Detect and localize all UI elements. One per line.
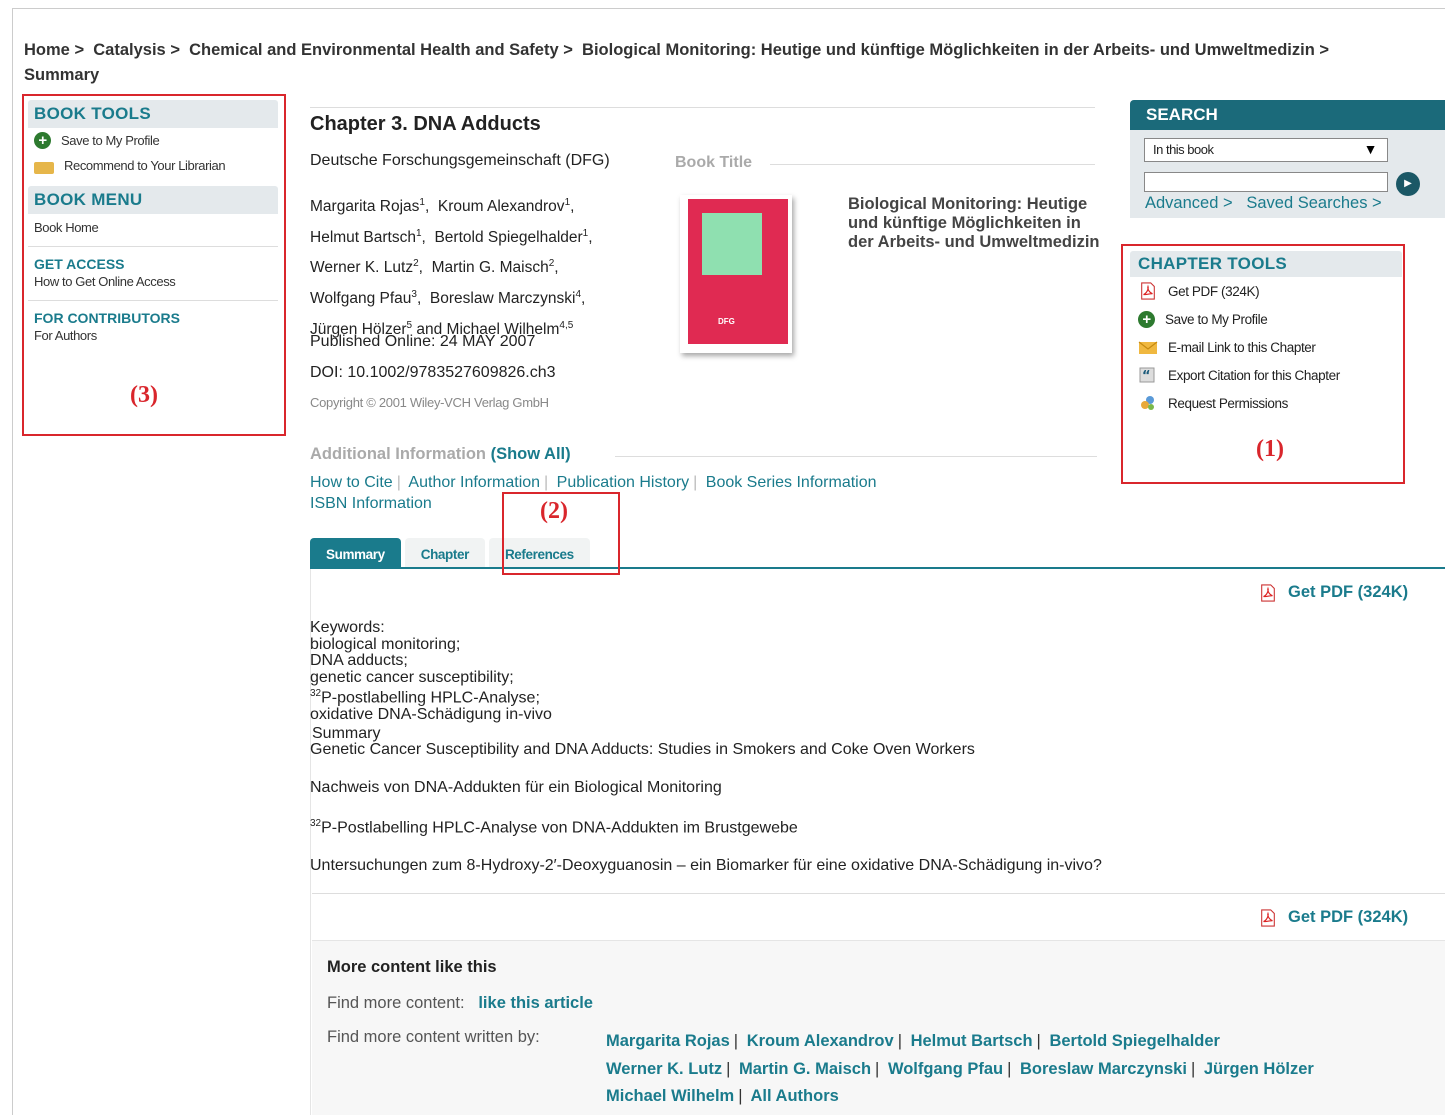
search-input[interactable] bbox=[1144, 172, 1388, 192]
author: Martin G. Maisch2, bbox=[431, 258, 559, 277]
show-all-link[interactable]: (Show All) bbox=[491, 445, 571, 463]
author: Wolfgang Pfau3, bbox=[310, 288, 422, 308]
book-series-link[interactable]: Book Series Information bbox=[706, 474, 877, 491]
keywords-label: Keywords: bbox=[310, 619, 385, 636]
summary-divider bbox=[312, 893, 1445, 894]
author-information-link[interactable]: Author Information bbox=[408, 474, 540, 491]
summary-line: Genetic Cancer Susceptibility and DNA Ad… bbox=[310, 741, 975, 758]
author-link[interactable]: Wolfgang Pfau bbox=[888, 1060, 1003, 1078]
additional-info-header: Additional Information (Show All) bbox=[310, 445, 571, 463]
more-author-links: Margarita Rojas | Kroum Alexandrov | Helmu… bbox=[606, 1032, 1314, 1105]
search-scope-select[interactable]: In this book ▼ bbox=[1144, 138, 1388, 162]
info-links: How to Cite | Author Information | Publica… bbox=[310, 474, 877, 512]
author-link[interactable]: Werner K. Lutz bbox=[606, 1060, 722, 1078]
author: Kroum Alexandrov1, bbox=[437, 197, 575, 216]
published-date: Published Online: 24 MAY 2007 bbox=[310, 333, 536, 350]
get-pdf-bottom-link[interactable]: Get PDF (324K) bbox=[1258, 908, 1408, 927]
pdf-icon bbox=[1261, 908, 1275, 927]
author-link[interactable]: Martin G. Maisch bbox=[739, 1060, 871, 1078]
summary-line: Untersuchungen zum 8-Hydroxy-2′-Deoxygua… bbox=[310, 857, 1102, 874]
breadcrumb-chem-env[interactable]: Chemical and Environmental Health and Sa… bbox=[189, 41, 559, 59]
book-title-label: Book Title bbox=[675, 154, 753, 171]
publication-history-link[interactable]: Publication History bbox=[557, 474, 690, 491]
breadcrumb-book[interactable]: Biological Monitoring: Heutige und künft… bbox=[582, 41, 1315, 59]
author-list: Margarita Rojas1, Kroum Alexandrov1, Hel… bbox=[310, 197, 593, 338]
annotation-label-3: (3) bbox=[130, 382, 158, 408]
author: Bertold Spiegelhalder1, bbox=[434, 227, 593, 246]
keyword: genetic cancer susceptibility; bbox=[310, 668, 514, 686]
author-link[interactable]: Jürgen Hölzer bbox=[1204, 1060, 1314, 1078]
how-to-cite-link[interactable]: How to Cite bbox=[310, 474, 393, 491]
breadcrumb-catalysis[interactable]: Catalysis bbox=[93, 41, 165, 59]
breadcrumb-home[interactable]: Home bbox=[24, 41, 70, 59]
doi: DOI: 10.1002/9783527609826.ch3 bbox=[310, 364, 556, 381]
keyword: oxidative DNA-Schädigung in-vivo bbox=[310, 705, 552, 723]
author: Boreslaw Marczynski4, bbox=[429, 288, 586, 308]
dropdown-arrow-icon: ▼ bbox=[1363, 141, 1378, 157]
written-by-label: Find more content written by: bbox=[327, 1028, 540, 1046]
get-pdf-top-link[interactable]: Get PDF (324K) bbox=[1258, 583, 1408, 602]
keyword: DNA adducts; bbox=[310, 652, 408, 669]
author-link[interactable]: Boreslaw Marczynski bbox=[1020, 1060, 1187, 1078]
pdf-icon bbox=[1261, 583, 1275, 602]
author-link[interactable]: Margarita Rojas bbox=[606, 1032, 730, 1050]
search-links: Advanced > Saved Searches > bbox=[1145, 194, 1382, 213]
breadcrumb: Home > Catalysis > Chemical and Environm… bbox=[24, 41, 1330, 84]
summary-line: Nachweis von DNA-Addukten für ein Biolog… bbox=[310, 779, 722, 796]
page-left-border bbox=[12, 8, 13, 1115]
annotation-label-1: (1) bbox=[1256, 436, 1284, 462]
saved-searches-link[interactable]: Saved Searches > bbox=[1246, 194, 1381, 212]
isbn-information-link[interactable]: ISBN Information bbox=[310, 495, 432, 512]
book-title-divider bbox=[770, 164, 1095, 165]
summary-line: 32P-Postlabelling HPLC-Analyse von DNA-A… bbox=[310, 818, 798, 837]
cover-dfg-text: DFG bbox=[718, 317, 735, 326]
search-title: SEARCH bbox=[1130, 100, 1445, 130]
keywords-block: Keywords: biological monitoring; DNA add… bbox=[310, 619, 552, 723]
chapter-title: Chapter 3. DNA Adducts bbox=[310, 113, 541, 135]
all-authors-link[interactable]: All Authors bbox=[751, 1087, 839, 1105]
author: Werner K. Lutz2, bbox=[310, 258, 423, 277]
tab-underline bbox=[310, 567, 1445, 569]
keyword: biological monitoring; bbox=[310, 635, 461, 653]
author-link[interactable]: Bertold Spiegelhalder bbox=[1049, 1032, 1220, 1050]
advanced-search-link[interactable]: Advanced > bbox=[1145, 194, 1233, 212]
header-divider bbox=[310, 107, 1095, 108]
breadcrumb-current: Summary bbox=[24, 66, 100, 84]
author: Helmut Bartsch1, bbox=[310, 227, 426, 246]
additional-divider bbox=[615, 456, 1097, 457]
author-link[interactable]: Helmut Bartsch bbox=[911, 1032, 1033, 1050]
tab-summary[interactable]: Summary bbox=[310, 538, 401, 569]
keyword: 32P-postlabelling HPLC-Analyse; bbox=[310, 688, 540, 707]
author-link[interactable]: Kroum Alexandrov bbox=[747, 1032, 894, 1050]
book-name-link[interactable]: Biological Monitoring: Heutige und künft… bbox=[848, 195, 1108, 252]
copyright: Copyright © 2001 Wiley-VCH Verlag GmbH bbox=[310, 395, 549, 410]
more-content-title: More content like this bbox=[327, 958, 497, 976]
book-cover-image[interactable]: DFG bbox=[680, 195, 792, 353]
author: Margarita Rojas1, bbox=[310, 197, 430, 216]
author-link[interactable]: Michael Wilhelm bbox=[606, 1087, 734, 1105]
organization: Deutsche Forschungsgemeinschaft (DFG) bbox=[310, 152, 610, 169]
like-this-article-link[interactable]: like this article bbox=[478, 994, 593, 1012]
find-more-content-row: Find more content: like this article bbox=[327, 994, 593, 1012]
search-go-button[interactable]: ▶ bbox=[1396, 172, 1420, 196]
page-top-border bbox=[12, 8, 1445, 9]
tab-chapter[interactable]: Chapter bbox=[404, 538, 485, 569]
annotation-label-2: (2) bbox=[540, 498, 568, 524]
